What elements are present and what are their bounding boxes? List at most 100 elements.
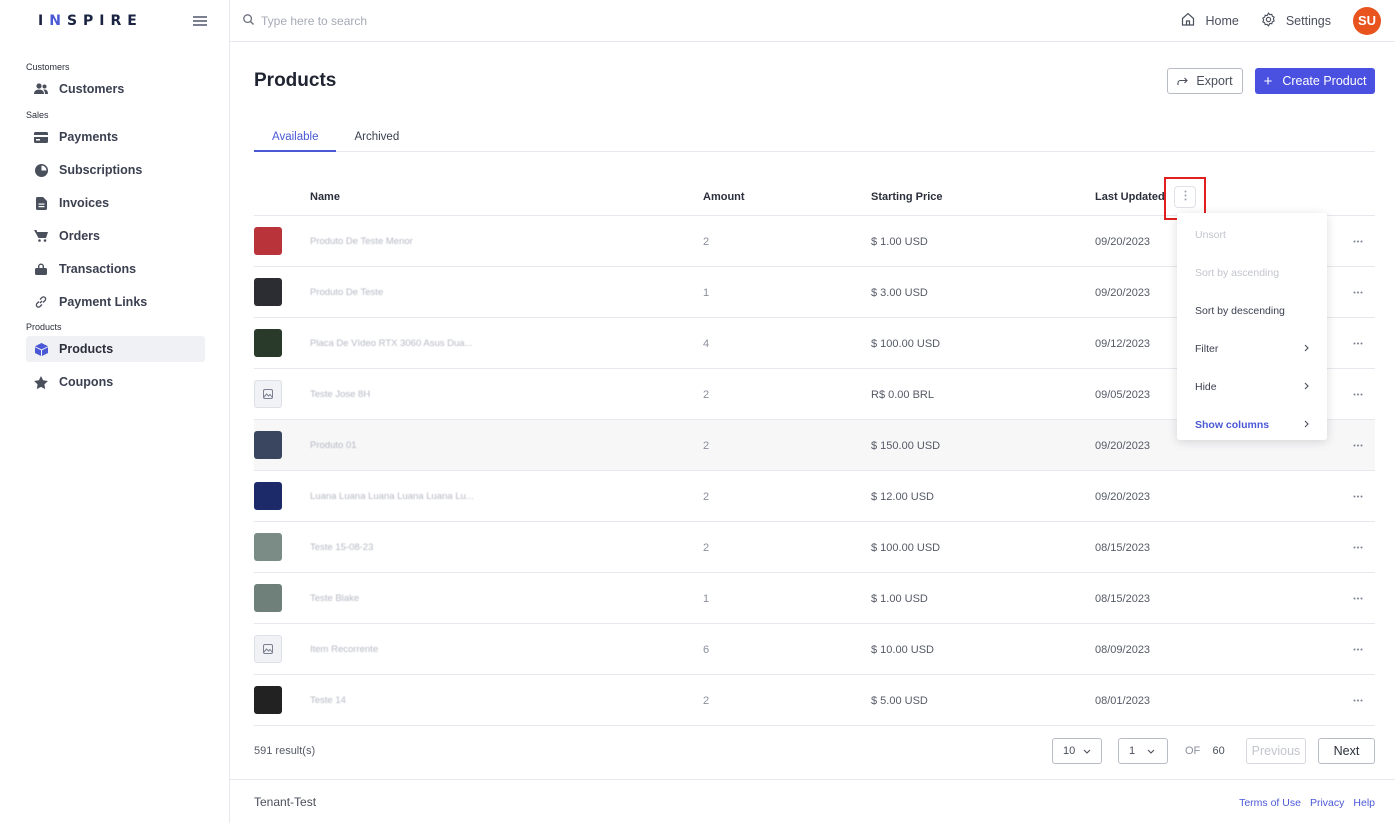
more-options-icon[interactable] [1351,489,1365,503]
product-updated: 09/12/2023 [1095,338,1151,350]
terms-link[interactable]: Terms of Use [1239,797,1301,809]
product-amount: 2 [703,236,710,248]
tab-archived[interactable]: Archived [336,125,417,152]
product-price: $ 150.00 USD [871,440,941,452]
search-input[interactable] [261,13,561,28]
export-label: Export [1196,74,1233,88]
image-placeholder-icon [254,380,282,408]
footer-links: Terms of Use Privacy Help [1230,797,1375,809]
more-options-icon[interactable] [1351,540,1365,554]
menu-item-hide[interactable]: Hide [1177,368,1327,406]
more-options-icon[interactable] [1351,438,1365,452]
menu-item-sort-by-ascending[interactable]: Sort by ascending [1177,254,1327,292]
product-tabs: Available Archived [254,125,1375,152]
product-thumbnail [254,686,282,714]
sidebar: INSPIRE Customers Customers Sales Paymen… [0,0,230,823]
page-size-value: 10 [1063,745,1076,757]
menu-item-sort-by-descending[interactable]: Sort by descending [1177,292,1327,330]
sidebar-item-label: Customers [59,82,125,96]
product-price: $ 12.00 USD [871,491,934,503]
table-row[interactable]: Luana Luana Luana Luana Luana Lu... 2 $ 12… [254,471,1375,522]
product-price: $ 3.00 USD [871,287,928,299]
product-price: $ 5.00 USD [871,695,928,707]
next-button[interactable]: Next [1318,738,1375,764]
sidebar-item-payment-links[interactable]: Payment Links [26,289,205,315]
sidebar-item-customers[interactable]: Customers [26,76,205,102]
product-name[interactable]: Teste Blake [310,593,359,604]
help-link[interactable]: Help [1353,797,1375,809]
product-name[interactable]: Placa De Vídeo RTX 3060 Asus Dua... [310,338,472,349]
column-header-amount[interactable]: Amount [703,191,745,203]
search-bar [230,13,1159,28]
table-row[interactable]: Teste 15-08-23 2 $ 100.00 USD 08/15/2023 [254,522,1375,573]
product-name[interactable]: Teste Jose 8H [310,389,370,400]
settings-label: Settings [1285,13,1331,28]
product-updated: 08/09/2023 [1095,644,1151,656]
product-thumbnail [254,431,282,459]
menu-item-unsort[interactable]: Unsort [1177,216,1327,254]
product-name[interactable]: Teste 15-08-23 [310,542,373,553]
sidebar-item-products[interactable]: Products [26,336,205,362]
product-amount: 2 [703,440,710,452]
inspire-logo[interactable]: INSPIRE [38,13,143,29]
more-options-icon[interactable] [1351,285,1365,299]
product-thumbnail [254,482,282,510]
chevron-right-icon [1304,419,1309,431]
more-options-icon[interactable] [1351,387,1365,401]
more-options-icon[interactable] [1351,336,1365,350]
sidebar-item-coupons[interactable]: Coupons [26,369,205,395]
more-options-icon[interactable] [1351,693,1365,707]
home-link[interactable]: Home [1181,12,1239,29]
sidebar-item-payments[interactable]: Payments [26,124,205,150]
credit-card-icon [34,130,48,144]
table-row[interactable]: Item Recorrente 6 $ 10.00 USD 08/09/2023 [254,624,1375,675]
product-amount: 6 [703,644,710,656]
product-name[interactable]: Item Recorrente [310,644,378,655]
sidebar-item-transactions[interactable]: Transactions [26,256,205,282]
settings-link[interactable]: Settings [1261,11,1331,30]
avatar[interactable]: SU [1353,6,1381,35]
home-icon [1181,12,1205,29]
product-amount: 1 [703,287,710,299]
create-product-button[interactable]: + Create Product [1255,68,1375,94]
more-options-icon[interactable] [1351,591,1365,605]
product-name[interactable]: Produto De Teste [310,287,383,298]
sidebar-section-sales: Sales [26,110,49,120]
product-name[interactable]: Luana Luana Luana Luana Luana Lu... [310,491,474,502]
cart-icon [34,229,48,243]
more-options-icon[interactable] [1351,234,1365,248]
product-thumbnail [254,278,282,306]
sidebar-section-customers: Customers [26,62,70,72]
product-price: $ 100.00 USD [871,542,941,554]
sidebar-item-label: Subscriptions [59,163,143,177]
column-header-last-updated[interactable]: Last Updated [1095,191,1165,203]
product-name[interactable]: Produto 01 [310,440,356,451]
create-product-label: Create Product [1282,74,1367,88]
table-row[interactable]: Teste 14 2 $ 5.00 USD 08/01/2023 [254,675,1375,726]
column-menu-button[interactable] [1174,186,1196,208]
menu-item-label: Unsort [1195,229,1226,241]
sidebar-item-subscriptions[interactable]: Subscriptions [26,157,205,183]
table-row[interactable]: Teste Blake 1 $ 1.00 USD 08/15/2023 [254,573,1375,624]
menu-item-filter[interactable]: Filter [1177,330,1327,368]
page-size-select[interactable]: 10 [1052,738,1102,764]
product-thumbnail [254,584,282,612]
document-icon [34,196,48,210]
product-name[interactable]: Teste 14 [310,695,346,706]
tab-available[interactable]: Available [254,125,337,152]
page-select[interactable]: 1 [1118,738,1168,764]
sidebar-item-orders[interactable]: Orders [26,223,205,249]
product-amount: 2 [703,542,710,554]
more-options-icon[interactable] [1351,642,1365,656]
export-button[interactable]: Export [1167,68,1243,94]
sidebar-item-label: Products [59,342,114,356]
previous-button[interactable]: Previous [1246,738,1306,764]
column-header-starting-price[interactable]: Starting Price [871,191,943,203]
sidebar-item-label: Coupons [59,375,114,389]
menu-toggle-icon[interactable] [193,16,207,26]
menu-item-show-columns[interactable]: Show columns [1177,406,1327,444]
column-header-name[interactable]: Name [310,191,340,203]
privacy-link[interactable]: Privacy [1310,797,1344,809]
sidebar-item-invoices[interactable]: Invoices [26,190,205,216]
product-name[interactable]: Produto De Teste Menor [310,236,413,247]
